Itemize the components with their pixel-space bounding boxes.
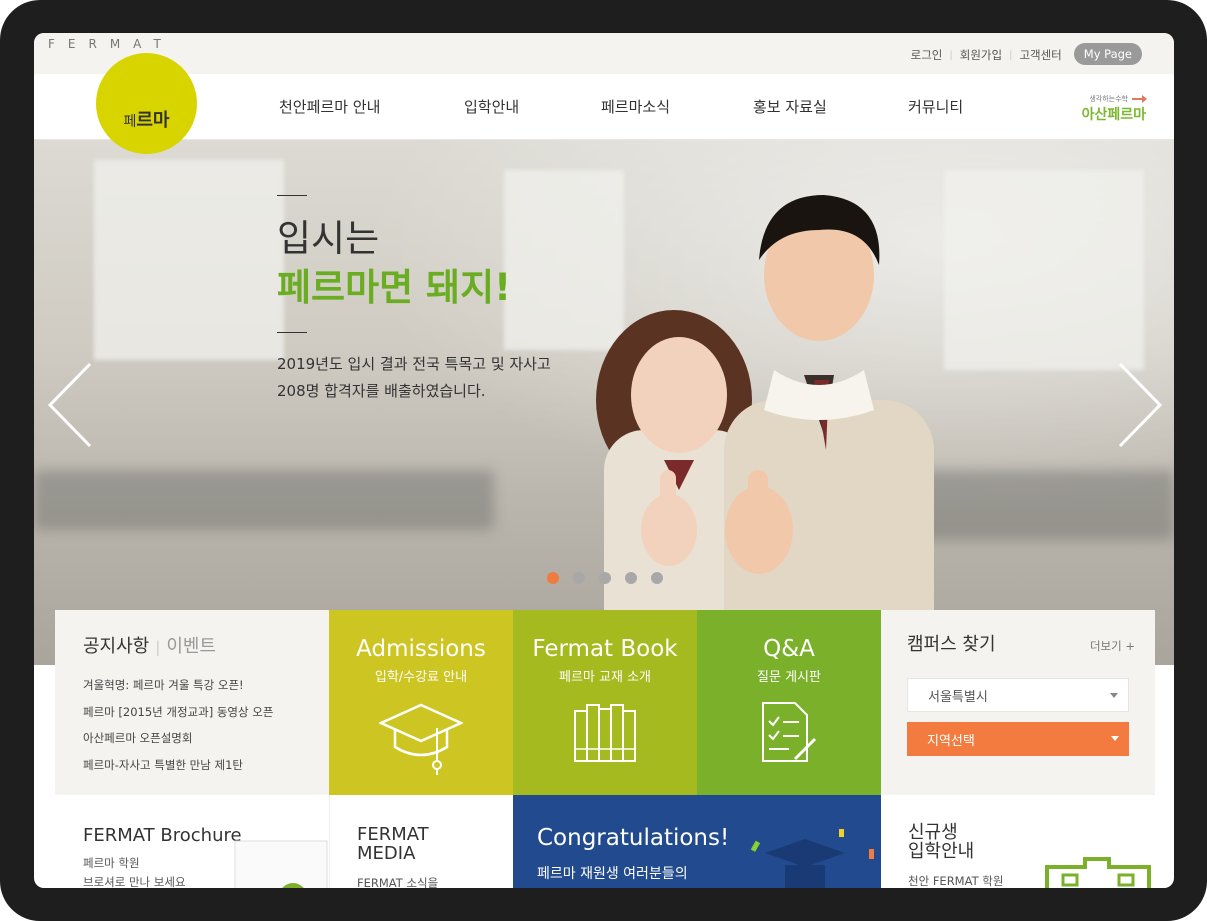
hero-headline-accent: 페르마면 돼지! <box>277 266 511 310</box>
feature-row: FERMAT Brochure 페르마 학원 브로셔로 만나 보세요 FERMA… <box>55 795 1155 888</box>
arrow-icon <box>1132 95 1147 103</box>
nav-item-community[interactable]: 커뮤니티 <box>908 96 988 117</box>
checklist-icon <box>762 702 817 762</box>
qna-tile[interactable]: Q&A 질문 게시판 <box>697 610 881 795</box>
slide-dot[interactable] <box>625 572 637 584</box>
prev-slide-button[interactable] <box>46 360 96 450</box>
brochure-card[interactable]: FERMAT Brochure 페르마 학원 브로셔로 만나 보세요 <box>55 795 329 888</box>
mypage-button[interactable]: My Page <box>1073 43 1142 65</box>
support-link[interactable]: 고객센터 <box>1019 47 1061 63</box>
chevron-right-icon <box>1118 362 1163 448</box>
graduation-cap-icon <box>377 703 465 775</box>
nav-item-news[interactable]: 페르마소식 <box>601 96 753 117</box>
building-icon <box>1045 857 1151 888</box>
chevron-down-icon <box>1110 693 1118 698</box>
tile-title: Q&A <box>763 636 815 662</box>
hero-description: 2019년도 입시 결과 전국 특목고 및 자사고 208명 합격자를 배출하였… <box>277 355 551 401</box>
background-window <box>944 170 1144 370</box>
logo-text: 페르마 <box>123 109 170 131</box>
notice-item[interactable]: 겨울혁명: 페르마 겨울 특강 오픈! <box>83 672 301 699</box>
city-select[interactable]: 서울특별시 <box>907 678 1129 712</box>
divider: | <box>1009 49 1013 61</box>
campus-finder: 캠퍼스 찾기 더보기 + 서울특별시 지역선택 <box>881 610 1155 795</box>
slide-dot[interactable] <box>547 572 559 584</box>
nav-item-pr[interactable]: 홍보 자료실 <box>753 96 908 117</box>
divider <box>277 195 307 196</box>
slide-dot[interactable] <box>651 572 663 584</box>
background-desk <box>894 470 1174 540</box>
chevron-left-icon <box>47 362 92 448</box>
tile-subtitle: 질문 게시판 <box>757 670 821 685</box>
tab-event[interactable]: 이벤트 <box>166 636 216 657</box>
browser-viewport: 로그인 | 회원가입 | 고객센터 My Page 천안페르마 안내 입학안내 … <box>34 33 1174 888</box>
notice-item[interactable]: 페르마-자사고 특별한 만남 제1탄 <box>83 752 301 779</box>
nav-item-about[interactable]: 천안페르마 안내 <box>279 96 464 117</box>
hero-headline: 입시는 <box>277 217 380 260</box>
notice-item[interactable]: 아산페르마 오픈설명회 <box>83 725 301 752</box>
tab-notice[interactable]: 공지사항 <box>83 636 149 657</box>
brand-wordmark: FERMAT <box>48 37 174 51</box>
hero-text: 입시는 페르마면 돼지! 2019년도 입시 결과 전국 특목고 및 자사고 2… <box>277 195 551 405</box>
utility-links: 로그인 | 회원가입 | 고객센터 My Page <box>911 43 1142 65</box>
students-photo <box>596 195 934 665</box>
logo[interactable]: 페르마 <box>96 53 197 154</box>
notice-list: 겨울혁명: 페르마 겨울 특강 오픈! 페르마 [2015년 개정교과] 동영상… <box>83 672 301 778</box>
slide-pagination <box>547 572 663 584</box>
tile-subtitle: 페르마 교재 소개 <box>559 670 651 685</box>
notice-panel: 공지사항 | 이벤트 겨울혁명: 페르마 겨울 특강 오픈! 페르마 [2015년 … <box>55 610 329 795</box>
admissions-tile[interactable]: Admissions 입학/수강료 안내 <box>329 610 513 795</box>
utility-bar: 로그인 | 회원가입 | 고객센터 My Page <box>34 33 1174 74</box>
asan-tagline: 생각하는수학 <box>1082 94 1147 104</box>
divider: | <box>155 638 161 656</box>
background-window <box>94 160 284 360</box>
asan-label: 아산페르마 <box>1081 107 1146 123</box>
chevron-down-icon <box>1111 736 1119 741</box>
tile-subtitle: 입학/수강료 안내 <box>374 670 468 685</box>
main-nav: 천안페르마 안내 입학안내 페르마소식 홍보 자료실 커뮤니티 생각하는수학 아… <box>34 74 1174 140</box>
nav-item-admission[interactable]: 입학안내 <box>464 96 601 117</box>
next-slide-button[interactable] <box>1114 360 1164 450</box>
notice-item[interactable]: 페르마 [2015년 개정교과] 동영상 오픈 <box>83 699 301 726</box>
divider: | <box>949 49 953 61</box>
books-icon <box>574 704 636 762</box>
card-title: FERMAT MEDIA <box>357 824 429 864</box>
hero-banner: 입시는 페르마면 돼지! 2019년도 입시 결과 전국 특목고 및 자사고 2… <box>34 140 1174 665</box>
signup-link[interactable]: 회원가입 <box>960 47 1002 63</box>
media-card[interactable]: FERMAT MEDIA FERMAT 소식을 <box>329 795 513 888</box>
more-link[interactable]: 더보기 + <box>1090 638 1135 654</box>
device-frame: 로그인 | 회원가입 | 고객센터 My Page 천안페르마 안내 입학안내 … <box>0 0 1207 921</box>
nav-menu: 천안페르마 안내 입학안내 페르마소식 홍보 자료실 커뮤니티 <box>279 96 988 117</box>
slide-dot[interactable] <box>599 572 611 584</box>
slide-dot[interactable] <box>573 572 585 584</box>
notice-tabs: 공지사항 | 이벤트 <box>83 632 301 658</box>
divider <box>277 332 307 334</box>
brochure-image <box>234 840 328 888</box>
asan-fermat-link[interactable]: 생각하는수학 아산페르마 <box>1081 94 1147 124</box>
background-desk <box>34 470 494 530</box>
quick-info-row: 공지사항 | 이벤트 겨울혁명: 페르마 겨울 특강 오픈! 페르마 [2015년 … <box>55 610 1155 795</box>
fermat-book-tile[interactable]: Fermat Book 페르마 교재 소개 <box>513 610 697 795</box>
graduate-illustration <box>750 829 874 888</box>
new-student-card[interactable]: 신규생 입학안내 천안 FERMAT 학원 <box>881 795 1155 888</box>
tile-title: Fermat Book <box>532 636 678 662</box>
login-link[interactable]: 로그인 <box>911 47 943 63</box>
congratulations-card[interactable]: Congratulations! 페르마 재원생 여러분들의 <box>513 795 881 888</box>
region-select[interactable]: 지역선택 <box>907 722 1129 756</box>
card-desc: FERMAT 소식을 <box>357 876 439 888</box>
tile-title: Admissions <box>356 636 486 662</box>
